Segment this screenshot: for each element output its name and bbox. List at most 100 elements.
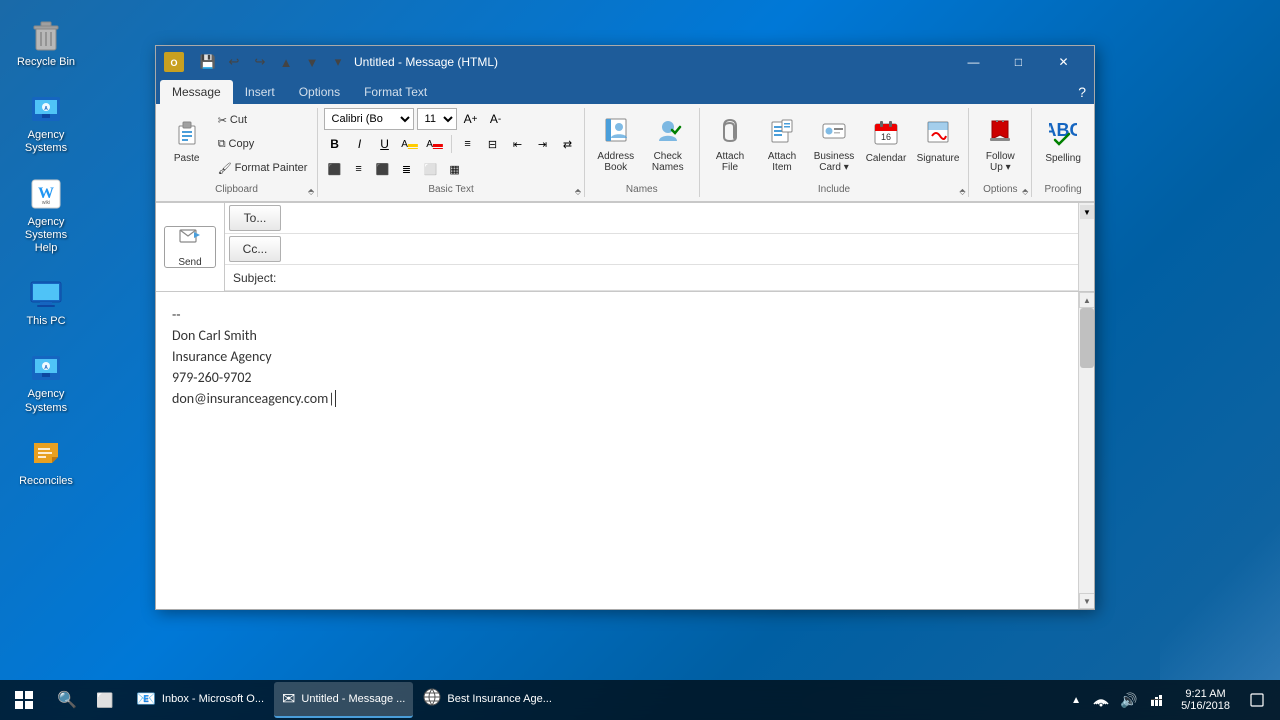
format-painter-btn[interactable]: 🖌 Format Painter: [214, 157, 312, 179]
desktop-corner: [1160, 480, 1280, 680]
copy-icon: ⧉: [218, 138, 226, 151]
numbering-btn[interactable]: ⊟: [482, 133, 504, 155]
underline-btn[interactable]: U: [374, 133, 396, 155]
this-pc-icon[interactable]: This PC: [10, 269, 82, 332]
start-icon: [15, 691, 33, 709]
basic-text-expand[interactable]: ⬘: [572, 185, 584, 197]
taskbar-outlook-inbox[interactable]: 📧 Inbox - Microsoft O...: [128, 682, 272, 718]
business-card-btn[interactable]: BusinessCard ▾: [809, 112, 859, 177]
paste-icon: [173, 118, 201, 151]
body-scrollbar[interactable]: ▲ ▼: [1078, 292, 1094, 609]
notification-btn[interactable]: [1242, 680, 1272, 720]
font-color-btn[interactable]: A▬: [424, 133, 446, 155]
align-left-btn[interactable]: ⬛: [324, 158, 346, 180]
address-book-btn[interactable]: AddressBook: [591, 112, 641, 177]
align-justify-btn[interactable]: ≣: [396, 158, 418, 180]
agency-systems-1-icon[interactable]: A AgencySystems: [10, 83, 82, 159]
font-name-select[interactable]: Calibri (Bo: [324, 108, 414, 130]
attach-item-icon: [768, 116, 796, 149]
desktop: Recycle Bin A AgencySystems W wiki: [0, 0, 1280, 720]
shrink-btn[interactable]: A-: [485, 108, 507, 130]
clipboard-expand[interactable]: ⬘: [305, 185, 317, 197]
save-qa-btn[interactable]: 💾: [196, 51, 220, 73]
clipboard-buttons: Paste ✂ Cut ⧉ Copy: [162, 108, 312, 182]
volume-icon[interactable]: 🔊: [1117, 680, 1141, 720]
business-card-icon: [820, 116, 848, 149]
power-icon[interactable]: [1145, 680, 1169, 720]
send-icon: [178, 226, 202, 255]
calendar-icon: 16: [872, 118, 900, 151]
start-btn[interactable]: [0, 680, 48, 720]
decrease-indent-btn[interactable]: ⇤: [507, 133, 529, 155]
scroll-up-btn[interactable]: ▲: [1079, 292, 1094, 308]
taskbar-compose[interactable]: ✉ Untitled - Message ...: [274, 682, 413, 718]
rtl-btn[interactable]: ⇄: [557, 133, 579, 155]
paste-btn[interactable]: Paste: [162, 114, 212, 174]
tab-options[interactable]: Options: [287, 80, 352, 104]
calendar-btn[interactable]: 16 Calendar: [861, 114, 911, 174]
recycle-bin-icon[interactable]: Recycle Bin: [10, 10, 82, 73]
subject-field[interactable]: [285, 266, 1078, 290]
close-btn[interactable]: ✕: [1041, 46, 1086, 78]
window-controls: — □ ✕: [951, 46, 1086, 78]
quick-access-toolbar: 💾 ↩ ↪ ▲ ▼ ▾: [192, 51, 354, 73]
undo-qa-btn[interactable]: ↩: [222, 51, 246, 73]
taskbar-browser[interactable]: Best Insurance Age...: [415, 682, 560, 718]
sig-email: don@insuranceagency.com|: [172, 388, 1062, 409]
attach-file-btn[interactable]: AttachFile: [705, 112, 755, 177]
align-right-btn[interactable]: ⬛: [372, 158, 394, 180]
up-qa-btn[interactable]: ▲: [274, 51, 298, 73]
taskbar-clock[interactable]: 9:21 AM 5/16/2018: [1173, 680, 1238, 720]
options-expand[interactable]: ⬘: [1019, 185, 1031, 197]
body-editor[interactable]: -- Don Carl Smith Insurance Agency 979-2…: [156, 292, 1078, 609]
reconciles-icon[interactable]: Reconciles: [10, 429, 82, 492]
tab-message[interactable]: Message: [160, 80, 233, 104]
alignment-row: ⬛ ≡ ⬛ ≣ ⬜ ▦: [324, 158, 579, 180]
highlight-btn[interactable]: A▬: [399, 133, 421, 155]
check-names-btn[interactable]: CheckNames: [643, 112, 693, 177]
align-center-btn[interactable]: ≡: [348, 158, 370, 180]
qa-dropdown[interactable]: ▾: [326, 51, 350, 73]
italic-btn[interactable]: I: [349, 133, 371, 155]
follow-up-btn[interactable]: FollowUp ▾: [975, 112, 1025, 177]
help-btn[interactable]: ?: [1070, 80, 1094, 104]
calendar-label: Calendar: [866, 153, 907, 164]
bold-btn[interactable]: B: [324, 133, 346, 155]
cc-row: Cc...: [225, 234, 1078, 265]
bullets-btn[interactable]: ≡: [457, 133, 479, 155]
spelling-btn[interactable]: ABC Spelling: [1038, 114, 1088, 174]
grow-btn[interactable]: A+: [460, 108, 482, 130]
cc-btn[interactable]: Cc...: [229, 236, 281, 262]
align-dist-btn[interactable]: ⬜: [420, 158, 442, 180]
increase-indent-btn[interactable]: ⇥: [532, 133, 554, 155]
copy-label: Copy: [229, 138, 255, 150]
tab-format-text[interactable]: Format Text: [352, 80, 439, 104]
agency-systems-2-icon[interactable]: A AgencySystems: [10, 342, 82, 418]
down-qa-btn[interactable]: ▼: [300, 51, 324, 73]
align-thai-btn[interactable]: ▦: [444, 158, 466, 180]
signature-btn[interactable]: Signature: [913, 114, 963, 174]
search-btn[interactable]: 🔍: [48, 680, 86, 720]
attach-item-btn[interactable]: AttachItem: [757, 112, 807, 177]
include-expand[interactable]: ⬘: [956, 185, 968, 197]
redo-qa-btn[interactable]: ↪: [248, 51, 272, 73]
proofing-buttons: ABC Spelling: [1038, 108, 1088, 182]
copy-btn[interactable]: ⧉ Copy: [214, 133, 312, 155]
scroll-down-btn[interactable]: ▼: [1079, 593, 1094, 609]
agency-systems-help-icon[interactable]: W wiki AgencySystems Help: [10, 170, 82, 260]
minimize-btn[interactable]: —: [951, 46, 996, 78]
font-size-select[interactable]: 11: [417, 108, 457, 130]
scroll-thumb[interactable]: [1080, 308, 1094, 368]
task-view-btn[interactable]: ⬜: [86, 680, 124, 720]
send-button[interactable]: Send: [164, 226, 216, 268]
cc-field[interactable]: [285, 237, 1078, 261]
to-btn[interactable]: To...: [229, 205, 281, 231]
tab-insert[interactable]: Insert: [233, 80, 287, 104]
cut-btn[interactable]: ✂ Cut: [214, 109, 312, 131]
maximize-btn[interactable]: □: [996, 46, 1041, 78]
header-expand[interactable]: ▼: [1080, 205, 1094, 219]
network-icon[interactable]: [1089, 680, 1113, 720]
check-names-icon: [654, 116, 682, 149]
tray-expand[interactable]: ▲: [1067, 691, 1085, 710]
to-field[interactable]: [285, 206, 1078, 230]
